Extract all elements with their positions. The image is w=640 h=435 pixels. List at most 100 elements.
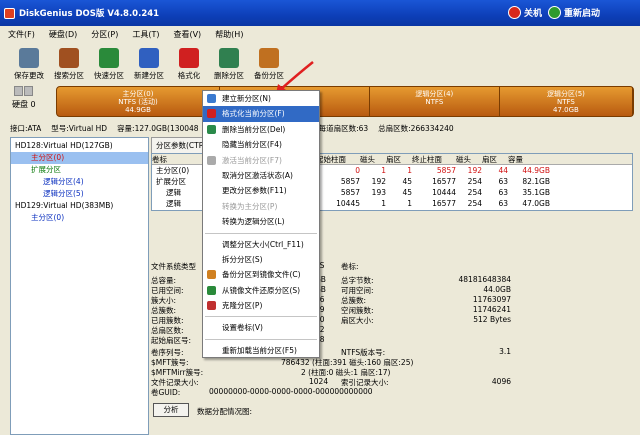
context-menu-item[interactable]: 格式化当前分区(F) [203, 106, 319, 122]
tree-node[interactable]: 主分区(0) [11, 212, 148, 224]
context-menu-item[interactable]: 设置卷标(V) [203, 320, 319, 335]
toolbar-button[interactable]: 快速分区 [92, 43, 126, 81]
context-menu-item[interactable]: 删除当前分区(Del) [203, 122, 319, 137]
disk-nav [14, 86, 33, 96]
context-menu-item[interactable]: 建立新分区(N) [203, 91, 319, 106]
fs-info-text: 48181648384 [458, 275, 512, 284]
new-partition-icon [139, 48, 159, 68]
partition-segment[interactable]: 逻辑分区(4) NTFS [370, 87, 500, 116]
context-menu-item[interactable]: 更改分区参数(F11) [203, 183, 319, 198]
shutdown-button[interactable]: 关机 [508, 6, 542, 19]
context-menu-item[interactable]: 从镜像文件还原分区(S) [203, 283, 319, 298]
context-menu-label: 重新加载当前分区(F5) [222, 345, 297, 355]
table-cell: 5857 [340, 188, 360, 197]
save-icon [19, 48, 39, 68]
toolbar-button[interactable]: 格式化 [172, 43, 206, 81]
column-header: 扇区 [482, 155, 497, 164]
context-menu-label: 建立新分区(N) [222, 94, 271, 103]
tree-node[interactable]: 逻辑分区(5) [11, 188, 148, 200]
table-cell: 35.1GB [522, 188, 550, 197]
context-menu-item[interactable]: 克隆分区(P) [203, 298, 319, 313]
power-icon [508, 6, 521, 19]
partition-segment[interactable]: 逻辑分区(5) NTFS 47.0GB [500, 87, 633, 116]
fs-info-text: 11763097 [472, 295, 511, 304]
column-header: 终止柱面 [412, 155, 442, 164]
context-menu-item[interactable]: 隐藏当前分区(F4) [203, 137, 319, 152]
toolbar-button[interactable]: 新建分区 [132, 43, 166, 81]
prev-disk-arrow-icon[interactable] [14, 86, 23, 96]
partition-segment-text: NTFS [425, 98, 444, 106]
menu-item-icon [207, 301, 216, 311]
menu-item[interactable]: 帮助(H) [215, 29, 243, 40]
toolbar-button-label: 删除分区 [214, 71, 244, 80]
allocation-map-label: 数据分配情况图: [197, 407, 253, 416]
restart-button[interactable]: 重新启动 [548, 6, 600, 19]
table-cell: 44 [498, 166, 508, 175]
table-cell: 254 [467, 177, 482, 186]
table-cell: 254 [467, 199, 482, 208]
column-header: 磁头 [456, 155, 471, 164]
table-cell: 45 [402, 188, 412, 197]
fs-info-text: 1024 [309, 377, 329, 386]
context-menu-label: 格式化当前分区(F) [222, 109, 285, 119]
next-disk-arrow-icon[interactable] [24, 86, 33, 96]
menu-item[interactable]: 工具(T) [132, 29, 159, 40]
menu-bar: 文件(F) 硬盘(D) 分区(P) 工具(T) 查看(V) 帮助(H) [0, 26, 640, 42]
tree-node[interactable]: 逻辑分区(4) [11, 176, 148, 188]
fs-info-text: 44.0GB [483, 285, 511, 294]
title-bar: DiskGenius DOS版 V4.8.0.241 关机 重新启动 [0, 0, 640, 26]
context-menu-label: 备份分区到镜像文件(C) [222, 270, 301, 280]
menu-item-icon [207, 285, 216, 295]
context-menu-item: 转换为主分区(P) [203, 199, 319, 214]
table-cell: 44.9GB [522, 166, 550, 175]
table-cell: 逻辑 [166, 188, 181, 197]
context-menu-item[interactable]: 转换为逻辑分区(L) [203, 214, 319, 229]
toolbar-button[interactable]: 保存更改 [12, 43, 46, 81]
tree-node[interactable]: HD129:Virtual HD(383MB) [11, 200, 148, 212]
table-cell: 扩展分区 [156, 177, 186, 186]
tree-node[interactable]: HD128:Virtual HD(127GB) [11, 140, 148, 152]
toolbar-button-label: 新建分区 [134, 71, 164, 80]
context-menu-item[interactable]: 调整分区大小(Ctrl_F11) [203, 237, 319, 252]
table-cell: 10445 [336, 199, 360, 208]
fs-info-text: 扇区大小: [341, 316, 374, 325]
tree-node[interactable]: 扩展分区 [11, 164, 148, 176]
partition-segment-text: NTFS [557, 98, 575, 106]
menu-item[interactable]: 硬盘(D) [49, 29, 77, 40]
table-cell: 193 [371, 188, 386, 197]
table-cell: 254 [467, 188, 482, 197]
context-menu-label: 转换为主分区(P) [222, 201, 278, 211]
context-menu-item: 激活当前分区(F7) [203, 153, 319, 168]
column-header: 容量 [508, 155, 523, 164]
menu-item[interactable]: 分区(P) [91, 29, 118, 40]
column-header: 卷标 [152, 155, 167, 164]
table-cell: 16577 [432, 199, 456, 208]
context-menu-item[interactable]: 重新加载当前分区(F5) [203, 343, 319, 358]
format-icon [179, 48, 199, 68]
table-cell: 1 [381, 166, 386, 175]
table-cell: 82.1GB [522, 177, 550, 186]
analyze-button[interactable]: 分析 [153, 403, 189, 417]
column-header: 扇区 [386, 155, 401, 164]
disk-info-field: 接口:ATA [10, 123, 42, 133]
partition-segment-text: NTFS (活动) [118, 98, 158, 106]
context-menu-item[interactable]: 取消分区激活状态(A) [203, 168, 319, 183]
fs-info-text: 00000000-0000-0000-0000-000000000000 [209, 387, 373, 396]
disk-info-field: 每道扇区数:63 [318, 123, 369, 133]
partition-bar: 主分区(0) NTFS (活动) 44.9GB 逻辑分区(4) NTFS 逻辑分区(5) N… [56, 86, 634, 117]
menu-item[interactable]: 查看(V) [173, 29, 201, 40]
tree-node[interactable]: 主分区(0) [11, 152, 148, 164]
table-cell: 主分区(0) [156, 166, 190, 175]
restart-label: 重新启动 [564, 9, 601, 19]
menu-item[interactable]: 文件(F) [8, 29, 35, 40]
context-menu-label: 激活当前分区(F7) [222, 155, 282, 165]
toolbar-button[interactable]: 删除分区 [212, 43, 246, 81]
context-menu-item[interactable]: 备份分区到镜像文件(C) [203, 267, 319, 282]
toolbar-button[interactable]: 搜索分区 [52, 43, 86, 81]
partition-segment[interactable]: 主分区(0) NTFS (活动) 44.9GB [57, 87, 220, 116]
disk-tree: HD128:Virtual HD(127GB) 主分区(0) 扩展分区 逻辑分区(4)… [10, 137, 149, 435]
search-icon [59, 48, 79, 68]
table-cell: 192 [371, 177, 386, 186]
disk-info-line: 接口:ATA 型号:Virtual HD 容量:127.0GB(130048 每道扇区… [0, 121, 640, 135]
context-menu-item[interactable]: 拆分分区(S) [203, 252, 319, 267]
